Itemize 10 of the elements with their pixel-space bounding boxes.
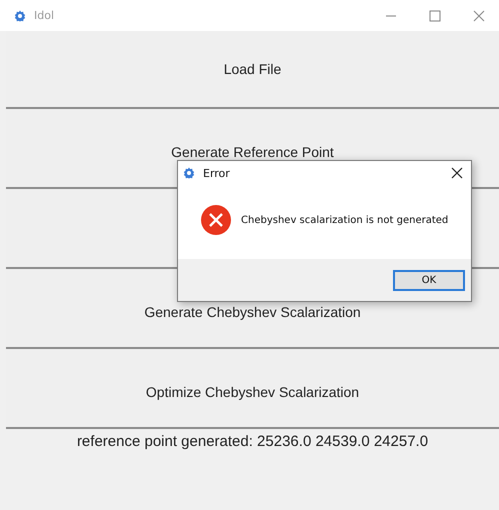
close-icon[interactable] xyxy=(451,167,463,179)
gear-icon xyxy=(14,10,26,22)
window-title: Idol xyxy=(34,9,54,22)
status-text: reference point generated: 25236.0 24539.0 24257.0 xyxy=(76,433,430,450)
dialog-title: Error xyxy=(203,166,230,180)
error-message: Chebyshev scalarization is not generated xyxy=(241,214,448,226)
gear-icon xyxy=(183,167,195,179)
ok-button[interactable]: OK xyxy=(393,270,465,290)
error-icon xyxy=(201,205,231,235)
maximize-icon[interactable] xyxy=(429,10,441,22)
